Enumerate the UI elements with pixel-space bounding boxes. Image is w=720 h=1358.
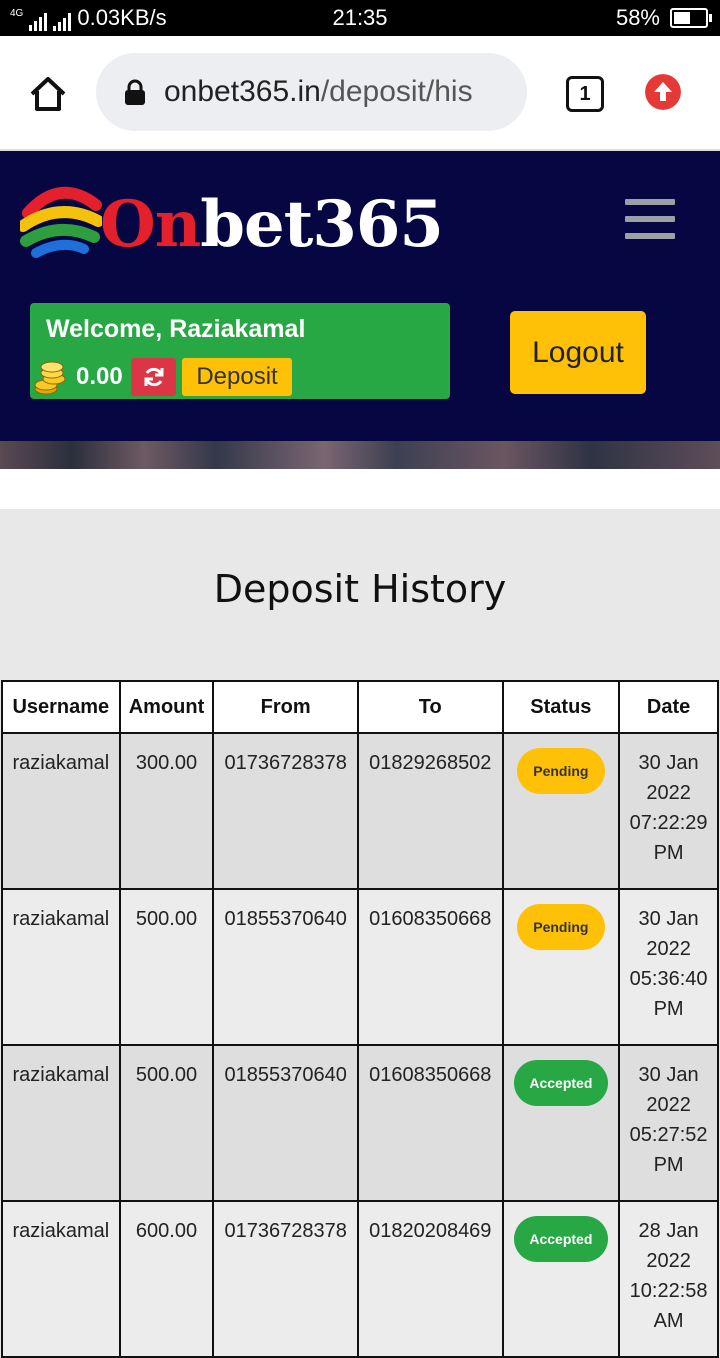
cell-date: 30 Jan 2022 05:36:40 PM <box>618 888 719 1046</box>
cell-to: 01820208469 <box>356 1200 504 1358</box>
cell-date: 30 Jan 2022 07:22:29 PM <box>618 732 719 890</box>
cell-amount: 500.00 <box>118 888 215 1046</box>
column-header-to: To <box>356 680 504 734</box>
refresh-balance-button[interactable] <box>131 358 176 396</box>
column-header-date: Date <box>618 680 719 734</box>
url-text: onbet365.in/deposit/his <box>164 75 473 109</box>
refresh-icon <box>144 367 163 387</box>
table-row: raziakamal 300.00 01736728378 0182926850… <box>1 732 719 890</box>
cell-username: raziakamal <box>1 732 121 890</box>
date-ampm: AM <box>653 1310 684 1332</box>
url-domain: onbet365.in <box>164 75 321 108</box>
date-year: 2022 <box>646 782 691 804</box>
column-header-username: Username <box>1 680 121 734</box>
cell-to: 01608350668 <box>356 1044 504 1202</box>
logo-text-on: On <box>100 187 201 262</box>
balance-value: 0.00 <box>76 363 123 390</box>
status-badge: Pending <box>516 748 605 794</box>
status-badge: Pending <box>516 904 605 950</box>
cell-to: 01829268502 <box>356 732 504 890</box>
date-day: 30 Jan <box>638 908 699 930</box>
cell-date: 28 Jan 2022 10:22:58 AM <box>618 1200 719 1358</box>
page-title: Deposit History <box>213 567 507 611</box>
home-icon[interactable] <box>28 74 68 114</box>
date-time: 05:36:40 <box>629 968 708 990</box>
date-day: 30 Jan <box>638 1064 699 1086</box>
date-year: 2022 <box>646 1250 691 1272</box>
column-header-amount: Amount <box>118 680 215 734</box>
cell-status: Pending <box>501 732 621 890</box>
cell-username: raziakamal <box>1 888 121 1046</box>
cell-username: raziakamal <box>1 1200 121 1358</box>
date-ampm: PM <box>653 1154 684 1176</box>
coins-icon <box>34 361 66 395</box>
globe-logo-icon <box>20 186 102 258</box>
date-time: 10:22:58 <box>629 1280 708 1302</box>
deposit-button[interactable]: Deposit <box>182 358 292 396</box>
cell-from: 01855370640 <box>212 1044 359 1202</box>
date-year: 2022 <box>646 1094 691 1116</box>
menu-hamburger-icon[interactable] <box>625 199 675 239</box>
battery-percent: 58% <box>615 5 660 30</box>
cell-amount: 300.00 <box>118 732 215 890</box>
date-time: 05:27:52 <box>629 1124 708 1146</box>
cell-from: 01736728378 <box>212 732 359 890</box>
date-ampm: PM <box>653 998 684 1020</box>
address-bar[interactable]: onbet365.in/deposit/his <box>96 53 527 131</box>
date-year: 2022 <box>646 938 691 960</box>
status-badge: Accepted <box>513 1060 608 1106</box>
battery-fill <box>674 12 690 24</box>
cell-status: Pending <box>501 888 621 1046</box>
hero-banner-strip <box>0 441 720 469</box>
cell-amount: 500.00 <box>118 1044 215 1202</box>
account-panel: Welcome, Raziakamal 0.00 Deposit <box>30 303 450 399</box>
date-day: 28 Jan <box>638 1220 699 1242</box>
status-right: 58% <box>615 5 712 31</box>
date-time: 07:22:29 <box>629 812 708 834</box>
cell-from: 01736728378 <box>212 1200 359 1358</box>
status-badge: Accepted <box>513 1216 608 1262</box>
lock-icon <box>125 79 145 105</box>
table-row: raziakamal 500.00 01855370640 0160835066… <box>1 888 719 1046</box>
status-bar: 4G 0.03KB/s 21:35 58% <box>0 0 720 36</box>
logout-button[interactable]: Logout <box>510 311 646 394</box>
cell-status: Accepted <box>501 1200 621 1358</box>
column-header-status: Status <box>501 680 621 734</box>
cell-from: 01855370640 <box>212 888 359 1046</box>
cell-date: 30 Jan 2022 05:27:52 PM <box>618 1044 719 1202</box>
battery-icon <box>670 8 712 28</box>
update-arrow-icon[interactable] <box>645 74 681 110</box>
logo-text: Onbet365 <box>100 187 444 262</box>
cell-username: raziakamal <box>1 1044 121 1202</box>
cell-to: 01608350668 <box>356 888 504 1046</box>
column-header-from: From <box>212 680 359 734</box>
deposit-history-section: Deposit History Username Amount From To … <box>0 509 720 1358</box>
logo-text-bet365: bet365 <box>200 187 444 262</box>
browser-toolbar: onbet365.in/deposit/his 1 <box>0 36 720 151</box>
cell-status: Accepted <box>501 1044 621 1202</box>
table-header-row: Username Amount From To Status Date <box>1 680 719 734</box>
site-logo[interactable]: Onbet365 <box>20 179 444 269</box>
date-day: 30 Jan <box>638 752 699 774</box>
url-path: /deposit/his <box>320 75 473 108</box>
table-row: raziakamal 600.00 01736728378 0182020846… <box>1 1200 719 1358</box>
status-time: 21:35 <box>332 5 388 30</box>
cell-amount: 600.00 <box>118 1200 215 1358</box>
deposit-history-table: Username Amount From To Status Date razi… <box>1 680 719 1358</box>
tab-switcher-button[interactable]: 1 <box>566 76 604 112</box>
table-row: raziakamal 500.00 01855370640 0160835066… <box>1 1044 719 1202</box>
site-header: Onbet365 Welcome, Raziakamal 0.00 Deposi… <box>0 151 720 441</box>
section-divider <box>0 469 720 509</box>
date-ampm: PM <box>653 842 684 864</box>
welcome-text: Welcome, Raziakamal <box>46 315 306 343</box>
